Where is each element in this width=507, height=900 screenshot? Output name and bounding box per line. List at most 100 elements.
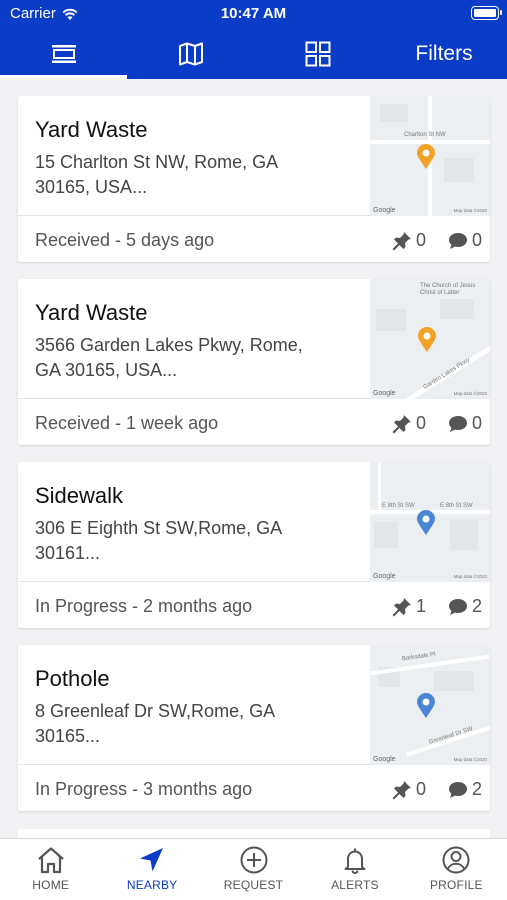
comment-icon <box>448 232 467 249</box>
comment-count-value: 0 <box>471 230 482 250</box>
navigation-arrow-icon <box>140 848 164 872</box>
pin-count: 1 <box>392 596 426 617</box>
bottom-nav: HOME NEARBY REQUEST ALERTS PROFILE <box>0 838 507 900</box>
card-body: Yard Waste 3566 Garden Lakes Pkwy, Rome,… <box>18 279 490 399</box>
map-copyright: Map data ©2020 <box>453 208 487 213</box>
comment-count-value: 2 <box>471 596 482 616</box>
map-google-label: Google <box>373 390 396 397</box>
request-stats: 0 2 <box>370 779 482 800</box>
location-pin-icon <box>417 510 435 535</box>
map-icon <box>178 42 203 65</box>
map-street-label: Garden Lakes Pkwy <box>422 357 472 391</box>
nav-profile-label: PROFILE <box>429 878 483 892</box>
request-status: In Progress - 2 months ago <box>35 596 253 616</box>
comment-icon <box>448 781 467 798</box>
map-street-label: E 8th St SW <box>382 503 415 509</box>
map-copyright: Map data ©2020 <box>453 574 487 579</box>
app-header: Carrier 10:47 AM Filters <box>0 0 507 79</box>
nav-nearby-label: NEARBY <box>126 878 178 892</box>
view-tabs: Filters <box>0 28 507 79</box>
request-title: Pothole <box>35 666 110 691</box>
request-address: 306 E Eighth St SW,Rome, GA 30161... <box>35 518 282 563</box>
card-body: Pothole 8 Greenleaf Dr SW,Rome, GA 30165… <box>18 645 490 765</box>
comment-icon <box>448 415 467 432</box>
request-address: 8 Greenleaf Dr SW,Rome, GA 30165... <box>35 701 275 746</box>
active-tab-indicator <box>0 75 127 79</box>
request-status: Received - 5 days ago <box>35 230 215 250</box>
request-title: Yard Waste <box>35 300 148 325</box>
card-body: Yard Waste 15 Charlton St NW, Rome, GA 3… <box>18 96 490 216</box>
map-street-label: Charlton St NW <box>404 132 446 138</box>
comment-icon <box>448 598 467 615</box>
map-road <box>378 462 381 510</box>
comment-count-value: 2 <box>471 779 482 799</box>
map-google-label: Google <box>373 756 396 763</box>
pin-count: 0 <box>392 779 426 800</box>
request-card[interactable]: Yard Waste 15 Charlton St NW, Rome, GA 3… <box>18 96 490 262</box>
comment-count: 2 <box>448 596 482 617</box>
status-time: 10:47 AM <box>220 5 287 22</box>
request-card[interactable]: Yard Waste 3566 Garden Lakes Pkwy, Rome,… <box>18 279 490 445</box>
tab-list[interactable] <box>0 28 127 79</box>
nav-request-label: REQUEST <box>223 878 284 892</box>
list-icon <box>51 44 76 63</box>
nav-home[interactable]: HOME <box>0 839 101 900</box>
map-copyright: Map data ©2020 <box>453 757 487 762</box>
nav-request[interactable]: REQUEST <box>203 839 304 900</box>
pushpin-icon <box>392 231 411 250</box>
map-thumbnail: Barksdale Pl Greenleaf Dr SW Google Map … <box>370 645 490 765</box>
map-building <box>450 520 478 550</box>
map-street-label: Barksdale Pl <box>401 651 436 663</box>
request-status: Received - 1 week ago <box>35 413 219 433</box>
filters-button[interactable]: Filters <box>381 28 507 79</box>
pin-count-value: 0 <box>415 779 426 799</box>
pin-count-value: 0 <box>415 413 426 433</box>
map-thumbnail: The Church of Jesus Christ of Latter Gar… <box>370 279 490 399</box>
comment-count: 0 <box>448 413 482 434</box>
request-title: Sidewalk <box>35 483 124 508</box>
pin-count: 0 <box>392 230 426 251</box>
request-card[interactable]: Pothole 8 Greenleaf Dr SW,Rome, GA 30165… <box>18 645 490 811</box>
request-title: Yard Waste <box>35 117 148 142</box>
tab-map[interactable] <box>127 28 254 79</box>
pin-count: 0 <box>392 413 426 434</box>
nav-alerts-label: ALERTS <box>331 878 379 892</box>
pin-count-value: 0 <box>415 230 426 250</box>
home-icon <box>37 847 64 874</box>
request-status: In Progress - 3 months ago <box>35 779 253 799</box>
user-circle-icon <box>442 846 470 874</box>
comment-count-value: 0 <box>471 413 482 433</box>
map-google-label: Google <box>373 573 396 580</box>
map-poi-label: The Church of Jesus Christ of Latter <box>420 283 476 296</box>
map-thumbnail: Charlton St NW Google Map data ©2020 <box>370 96 490 216</box>
location-pin-icon <box>418 327 436 352</box>
pin-count-value: 1 <box>415 596 426 616</box>
bell-icon <box>344 848 366 874</box>
map-building <box>380 104 408 122</box>
map-street-label: E 8th St SW <box>440 503 473 509</box>
pushpin-icon <box>392 597 411 616</box>
location-pin-icon <box>417 693 435 718</box>
map-building <box>376 309 406 331</box>
comment-count: 2 <box>448 779 482 800</box>
nav-nearby[interactable]: NEARBY <box>101 839 202 900</box>
map-copyright: Map data ©2020 <box>453 391 487 396</box>
location-pin-icon <box>417 144 435 169</box>
plus-circle-icon <box>240 846 268 874</box>
pushpin-icon <box>392 780 411 799</box>
request-stats: 0 0 <box>370 230 482 251</box>
request-list: Yard Waste 15 Charlton St NW, Rome, GA 3… <box>18 96 490 828</box>
request-card[interactable]: Sidewalk 306 E Eighth St SW,Rome, GA 301… <box>18 462 490 628</box>
nav-profile[interactable]: PROFILE <box>406 839 507 900</box>
map-building <box>434 671 474 691</box>
card-body: Sidewalk 306 E Eighth St SW,Rome, GA 301… <box>18 462 490 582</box>
map-google-label: Google <box>373 207 396 214</box>
map-building <box>374 522 398 548</box>
tab-grid[interactable] <box>254 28 381 79</box>
battery-icon <box>471 6 502 20</box>
request-stats: 1 2 <box>370 596 482 617</box>
nav-alerts[interactable]: ALERTS <box>304 839 405 900</box>
pushpin-icon <box>392 414 411 433</box>
map-thumbnail: E 8th St SW E 8th St SW Google Map data … <box>370 462 490 582</box>
map-road <box>405 725 490 757</box>
